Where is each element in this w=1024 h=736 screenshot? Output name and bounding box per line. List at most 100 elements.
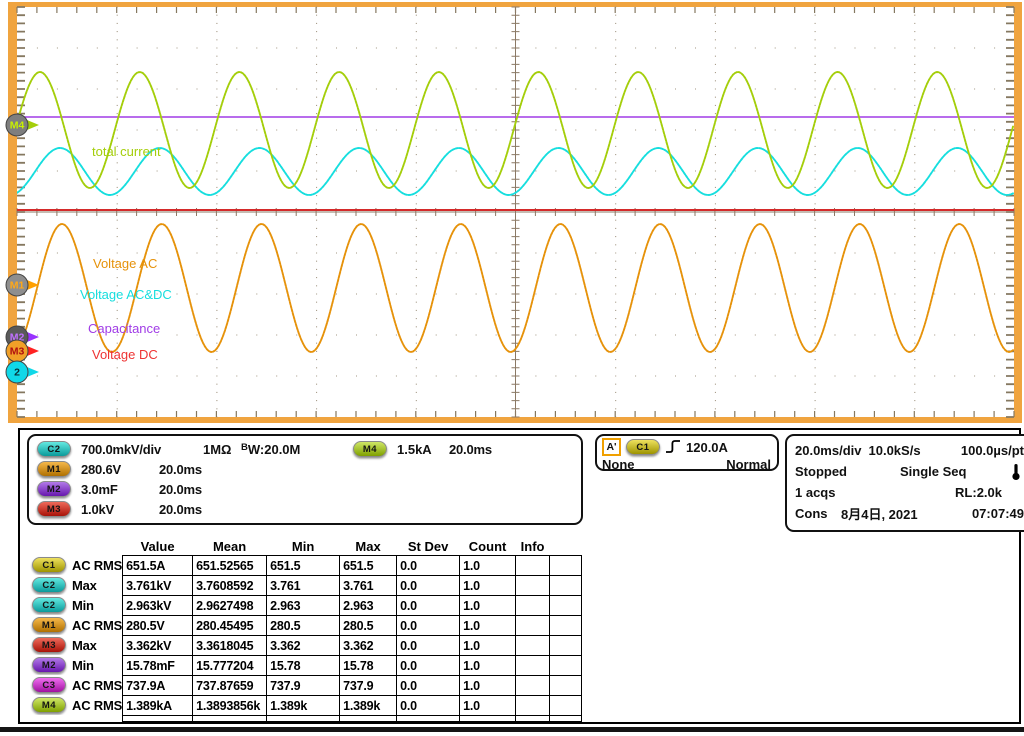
measurement-badge-c3[interactable]: C3 — [32, 677, 66, 693]
trigger-mode: Normal — [726, 457, 771, 472]
measurement-row[interactable]: C1AC RMS651.5A651.52565651.5651.50.01.0 — [30, 556, 582, 576]
rising-edge-icon — [665, 439, 681, 455]
waveform-display: total currentVoltage ACVoltage AC&DCCapa… — [0, 0, 1024, 428]
measurement-cell-count: 1.0 — [460, 656, 516, 676]
measurement-cell-count: 1.0 — [460, 556, 516, 576]
measurement-name-cell[interactable]: M3 Max — [30, 636, 122, 655]
svg-text:2: 2 — [14, 367, 20, 379]
measurement-cell-stdev: 0.0 — [397, 636, 460, 656]
channel-scale-m2: 3.0mF — [81, 482, 159, 497]
channel-settings-panel: C2 700.0mkV/div 1MΩ BW:20.0M M4 1.5kA 20… — [27, 434, 583, 525]
measurement-cell-mean: 737.87659 — [193, 676, 267, 696]
measurement-cell-min: 651.5 — [267, 556, 340, 576]
measurement-cell-extra — [550, 656, 582, 676]
measurement-name-cell[interactable]: C1AC RMS — [30, 556, 122, 575]
measurement-cell-stdev: 0.0 — [397, 676, 460, 696]
readout-container: C2 700.0mkV/div 1MΩ BW:20.0M M4 1.5kA 20… — [18, 428, 1021, 724]
measurement-cell-count: 1.0 — [460, 616, 516, 636]
measurement-cell-count: 1.0 — [460, 696, 516, 716]
measurement-cell-value: 280.5V — [123, 616, 193, 636]
measurement-row[interactable]: M2Min15.78mF15.77720415.7815.780.01.0 — [30, 656, 582, 676]
measurement-badge-m4[interactable]: M4 — [32, 697, 66, 713]
measurement-cell-min: 737.9 — [267, 676, 340, 696]
measurement-badge-m1[interactable]: M1 — [32, 617, 66, 633]
measurement-cell-max: 15.78 — [340, 656, 397, 676]
measurement-cell-extra — [550, 696, 582, 716]
measurement-badge-c2[interactable]: C2 — [32, 577, 66, 593]
measurement-row[interactable]: C3AC RMS737.9A737.87659737.9737.90.01.0 — [30, 676, 582, 696]
column-header: Max — [340, 538, 397, 556]
measurement-row[interactable]: M4AC RMS1.389kA1.3893856k1.389k1.389k0.0… — [30, 696, 582, 716]
channel-badge-m1[interactable]: M1 — [37, 461, 71, 477]
channel-time-m1: 20.0ms — [159, 462, 202, 477]
measurement-cell-max: 2.963 — [340, 596, 397, 616]
channel-bandwidth: BW:20.0M — [241, 442, 353, 457]
measurement-badge-m3[interactable]: M3 — [32, 637, 66, 653]
column-header: Info — [516, 538, 550, 556]
measurement-badge-m2[interactable]: M2 — [32, 657, 66, 673]
measurement-cell-info — [516, 596, 550, 616]
measurement-cell-extra — [550, 676, 582, 696]
channel-time-m3: 20.0ms — [159, 502, 202, 517]
measurement-cell-stdev: 0.0 — [397, 596, 460, 616]
measurement-cell-min: 3.761 — [267, 576, 340, 596]
measurement-name-cell[interactable]: C2Min — [30, 596, 122, 615]
thermometer-icon — [1008, 463, 1024, 481]
column-header: Mean — [193, 538, 267, 556]
channel-row-m3: M3 1.0kV 20.0ms — [29, 499, 581, 519]
trace-label: total current — [92, 144, 161, 159]
measurement-name-cell[interactable]: C2 Max — [30, 576, 122, 595]
date-readout: 8月4日, 2021 — [841, 504, 972, 523]
trigger-panel[interactable]: A' C1 120.0A None Normal — [595, 434, 779, 471]
measurement-row[interactable]: M1AC RMS280.5V280.45495280.5280.50.01.0 — [30, 616, 582, 636]
measurement-cell-stdev: 0.0 — [397, 696, 460, 716]
sample-rate-readout: 10.0kS/s — [869, 443, 961, 458]
measurement-cell-value: 3.362kV — [123, 636, 193, 656]
measurement-name-cell[interactable]: M2 Min — [30, 656, 122, 675]
column-header: Min — [267, 538, 340, 556]
channel-badge-c2[interactable]: C2 — [37, 441, 71, 457]
channel-row-c2: C2 700.0mkV/div 1MΩ BW:20.0M M4 1.5kA 20… — [29, 439, 581, 459]
measurement-cell-extra — [550, 616, 582, 636]
channel-badge-m4[interactable]: M4 — [353, 441, 387, 457]
trace-label: Voltage DC — [92, 347, 158, 362]
measurement-type-label: Min — [72, 658, 94, 673]
channel-scale-m4: 1.5kA — [397, 442, 449, 457]
measurement-name-cell[interactable]: M1 AC RMS — [30, 616, 122, 635]
bottom-strip — [0, 727, 1024, 732]
svg-text:M4: M4 — [10, 120, 25, 132]
measurement-cell-count: 1.0 — [460, 576, 516, 596]
measurement-cell-mean: 280.45495 — [193, 616, 267, 636]
measurement-type-label: Max — [72, 638, 97, 653]
svg-text:M1: M1 — [10, 280, 25, 292]
trace-label: Capacitance — [88, 321, 160, 336]
acquisition-count: 1 acqs — [795, 485, 955, 500]
acquisition-state: Stopped — [795, 464, 900, 479]
record-length-readout: RL:2.0k — [955, 485, 1002, 500]
measurement-cell-mean: 15.777204 — [193, 656, 267, 676]
measurement-name-cell[interactable]: M4AC RMS — [30, 696, 122, 715]
measurement-cell-value: 2.963kV — [123, 596, 193, 616]
trigger-holdoff-mode: None — [602, 457, 635, 472]
measurement-type-label: Max — [72, 578, 97, 593]
measurement-cell-info — [516, 696, 550, 716]
measurement-row[interactable]: M3Max3.362kV3.36180453.3623.3620.01.0 — [30, 636, 582, 656]
measurement-badge-c1[interactable]: C1 — [32, 557, 66, 573]
measurement-name-cell[interactable]: C3AC RMS — [30, 676, 122, 695]
measurement-cell-info — [516, 636, 550, 656]
measurement-cell-extra — [550, 596, 582, 616]
measurement-row[interactable]: C2Max3.761kV3.76085923.7613.7610.01.0 — [30, 576, 582, 596]
acquisition-mode: Single Seq — [900, 464, 1008, 479]
measurement-row[interactable]: C2Min2.963kV2.96274982.9632.9630.01.0 — [30, 596, 582, 616]
svg-text:M3: M3 — [10, 346, 25, 358]
measurement-cell-extra — [550, 636, 582, 656]
channel-badge-m2[interactable]: M2 — [37, 481, 71, 497]
measurement-cell-mean: 2.9627498 — [193, 596, 267, 616]
measurement-cell-mean: 1.3893856k — [193, 696, 267, 716]
channel-badge-m3[interactable]: M3 — [37, 501, 71, 517]
measurement-cell-min: 2.963 — [267, 596, 340, 616]
trigger-source-badge-c1[interactable]: C1 — [626, 439, 660, 455]
acquisition-panel[interactable]: 20.0ms/div 10.0kS/s 100.0µs/pt Stopped S… — [785, 434, 1024, 532]
measurement-badge-c2[interactable]: C2 — [32, 597, 66, 613]
measurement-type-label: AC RMS — [72, 618, 122, 633]
